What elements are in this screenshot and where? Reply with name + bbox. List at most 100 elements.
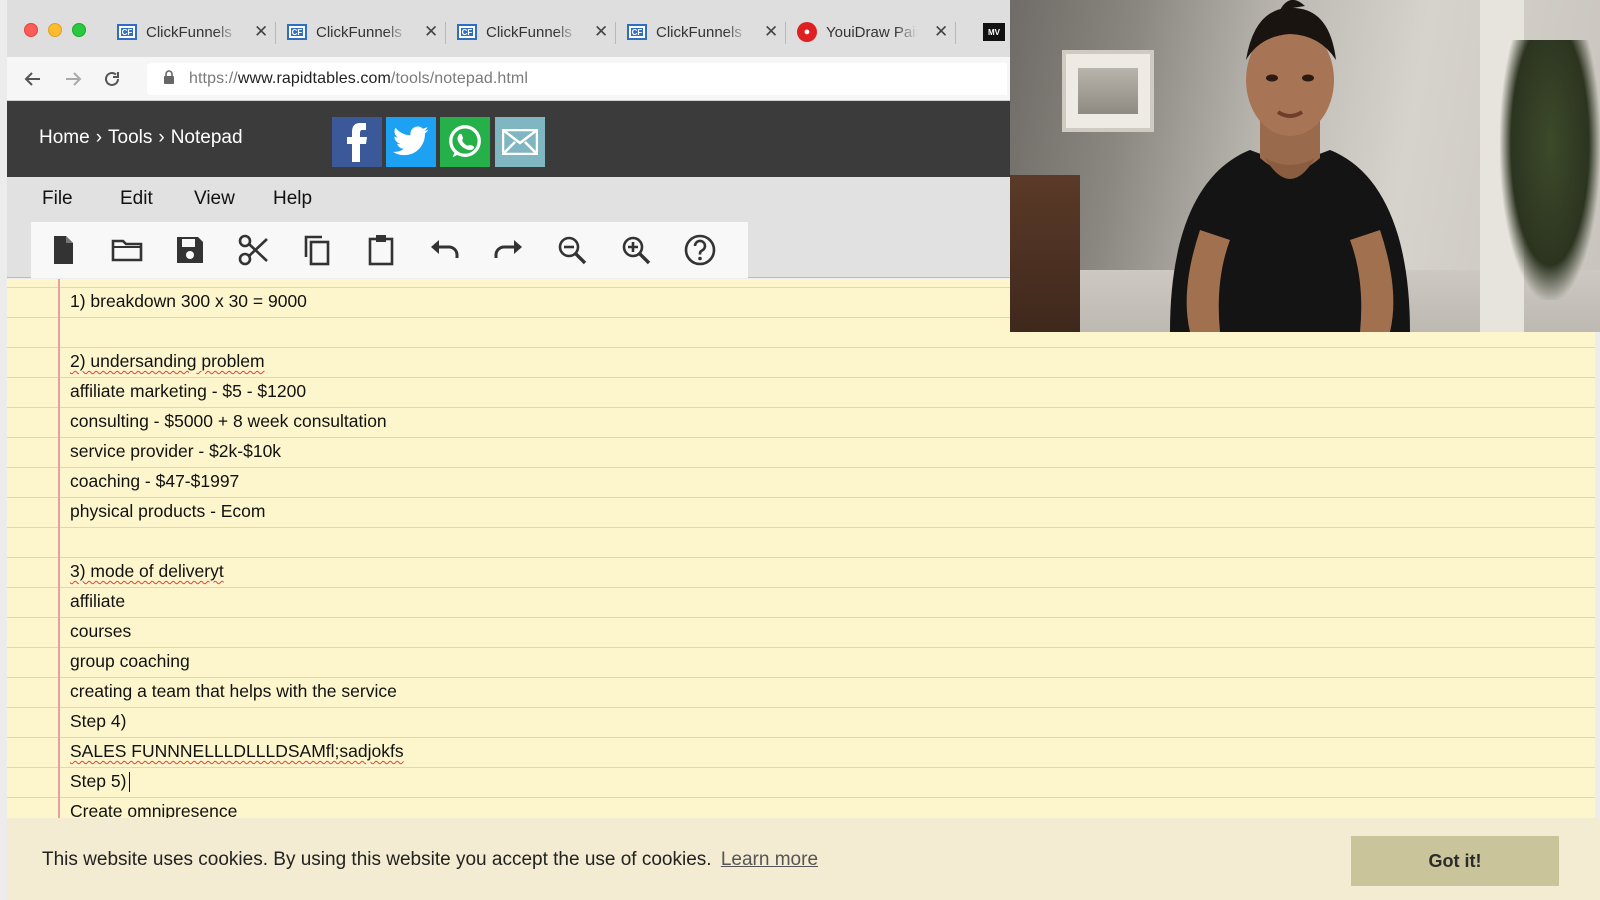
mail-icon [502,129,538,155]
text-line-misspelled: SALES FUNNNELLLDLLLDSAMfl;sadjokfs [70,741,404,761]
notepad-menubar: File Edit View Help [7,177,1010,222]
breadcrumb: Home › Tools › Notepad [39,127,243,149]
clickfunnels-icon: CF [287,24,307,40]
text-line: courses [70,621,132,641]
facebook-icon [347,123,367,162]
twitter-share-button[interactable] [386,117,436,167]
whatsapp-icon [449,125,481,158]
browser-tab[interactable]: ● YouiDraw Paint ✕ [787,17,957,47]
twitter-icon [393,126,429,156]
tab-close-icon[interactable]: ✕ [764,22,778,42]
window-close-button[interactable] [24,23,38,37]
browser-tab[interactable]: CF ClickFunnels ✕ [447,17,617,47]
text-line-misspelled: 2) undersanding problem [70,351,265,371]
text-line-with-caret: Step 5) [70,766,404,796]
text-line: Step 4) [70,711,127,731]
text-line-misspelled: 3) mode of deliveryt [70,561,224,581]
clickfunnels-icon: CF [627,24,647,40]
mv-tab-badge[interactable]: MV [983,23,1005,41]
tab-title: ClickFunnels [486,23,572,41]
browser-tab[interactable]: CF ClickFunnels ✕ [617,17,787,47]
text-line: physical products - Ecom [70,501,266,521]
breadcrumb-home[interactable]: Home [39,127,90,149]
tab-bar: CF ClickFunnels ✕ CF ClickFunnels ✕ CF C… [7,0,1010,57]
email-share-button[interactable] [495,117,545,167]
help-question-icon[interactable] [682,232,718,268]
undo-icon[interactable] [427,232,463,268]
cut-scissors-icon[interactable] [236,232,272,268]
menu-view[interactable]: View [194,188,235,210]
whatsapp-share-button[interactable] [440,117,490,167]
text-line [70,316,404,346]
text-line: 1) breakdown 300 x 30 = 9000 [70,291,307,311]
webcam-overlay [1010,0,1600,332]
cookie-banner: This website uses cookies. By using this… [7,818,1600,900]
url-path: /tools/notepad.html [390,70,529,87]
url-text: https://www.rapidtables.com/tools/notepa… [189,70,528,88]
open-folder-icon[interactable] [109,232,145,268]
presenter-figure [1170,0,1410,332]
clickfunnels-icon: CF [117,24,137,40]
redo-icon[interactable] [490,232,526,268]
address-bar[interactable]: https://www.rapidtables.com/tools/notepa… [147,63,1007,95]
window-maximize-button[interactable] [72,23,86,37]
reload-icon[interactable] [98,65,126,93]
site-header: Home › Tools › Notepad [7,101,1010,177]
tab-title: ClickFunnels [146,23,232,41]
facebook-share-button[interactable] [332,117,382,167]
menu-file[interactable]: File [42,188,73,210]
zoom-out-icon[interactable] [554,232,590,268]
wall-picture-frame [1062,50,1154,132]
paper-margin-line [58,279,60,819]
tab-title: YouiDraw Paint [826,23,918,41]
text-caret [129,772,131,793]
notepad-text-area[interactable]: 1) breakdown 300 x 30 = 9000 2) undersan… [7,279,1595,821]
save-icon[interactable] [172,232,208,268]
text-lines: 1) breakdown 300 x 30 = 9000 2) undersan… [70,286,404,826]
wicker-chair [1010,175,1080,332]
browser-chrome: CF ClickFunnels ✕ CF ClickFunnels ✕ CF C… [7,0,1010,101]
breadcrumb-separator: › [158,127,165,148]
browser-tab[interactable]: CF ClickFunnels ✕ [107,17,277,47]
text-line: coaching - $47-$1997 [70,471,240,491]
text-line: service provider - $2k-$10k [70,441,282,461]
menu-help[interactable]: Help [273,188,312,210]
youidraw-icon: ● [797,22,817,42]
text-line: consulting - $5000 + 8 week consultation [70,411,387,431]
text-line: affiliate marketing - $5 - $1200 [70,381,307,401]
tab-divider [615,22,616,44]
menu-edit[interactable]: Edit [120,188,153,210]
tab-divider [955,22,956,44]
tab-divider [445,22,446,44]
browser-tab[interactable]: CF ClickFunnels ✕ [277,17,447,47]
tab-title: ClickFunnels [316,23,402,41]
breadcrumb-notepad[interactable]: Notepad [171,127,243,149]
paste-clipboard-icon[interactable] [363,232,399,268]
tab-close-icon[interactable]: ✕ [424,22,438,42]
tab-divider [275,22,276,44]
tab-close-icon[interactable]: ✕ [594,22,608,42]
tab-close-icon[interactable]: ✕ [934,22,948,42]
tab-title: ClickFunnels [656,23,742,41]
forward-arrow-icon[interactable] [59,65,87,93]
text-line: creating a team that helps with the serv… [70,681,397,701]
tab-divider [785,22,786,44]
address-toolbar: https://www.rapidtables.com/tools/notepa… [7,57,1010,101]
new-file-icon[interactable] [45,232,81,268]
copy-icon[interactable] [299,232,335,268]
text-line: Step 5) [70,771,127,791]
window-minimize-button[interactable] [48,23,62,37]
text-line: group coaching [70,651,190,671]
text-line [70,526,404,556]
tab-close-icon[interactable]: ✕ [254,22,268,42]
got-it-button[interactable]: Got it! [1351,836,1559,886]
cookie-message: This website uses cookies. By using this… [42,849,712,870]
learn-more-link[interactable]: Learn more [721,849,818,870]
breadcrumb-separator: › [95,127,103,148]
zoom-in-icon[interactable] [618,232,654,268]
tool-buttons [31,222,748,278]
url-scheme: https:// [189,70,238,87]
notepad-toolbar [7,222,1010,278]
back-arrow-icon[interactable] [19,65,47,93]
breadcrumb-tools[interactable]: Tools [108,127,152,149]
